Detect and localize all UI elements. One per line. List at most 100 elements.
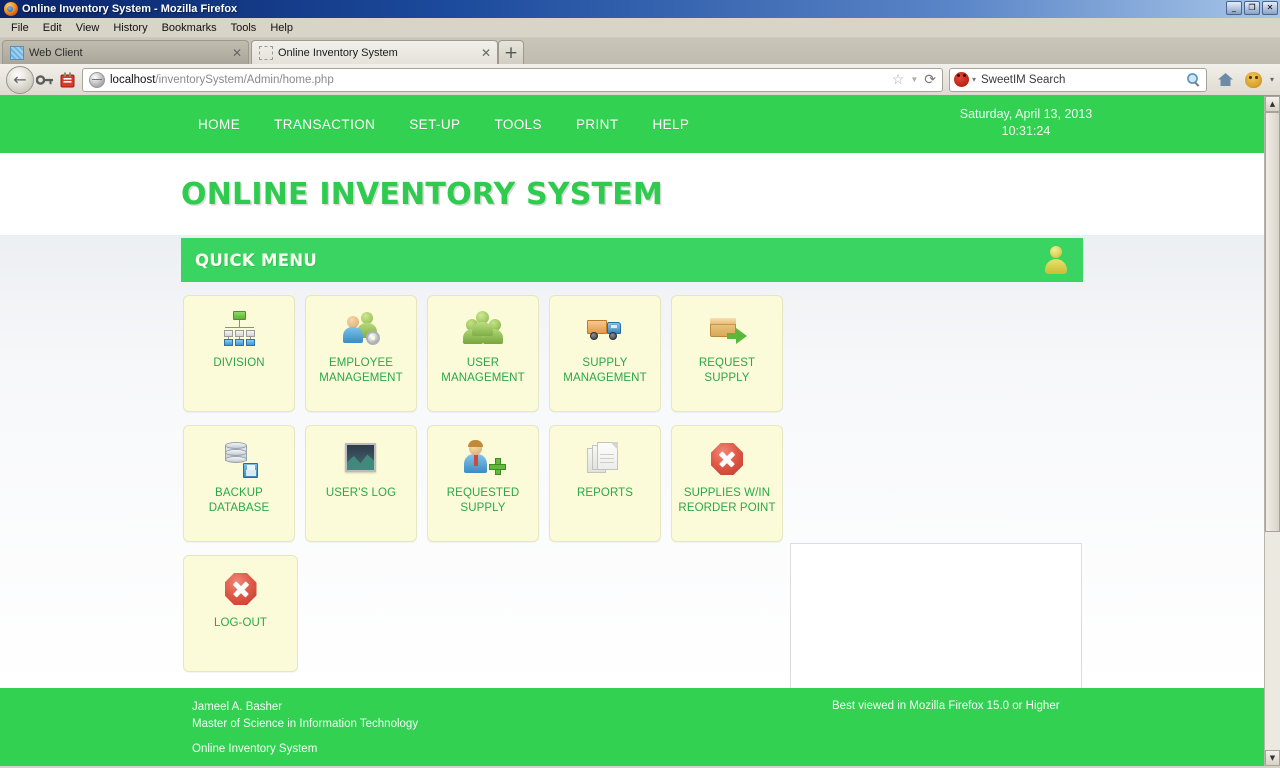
url-path: /inventorySystem/Admin/home.php xyxy=(155,74,333,86)
clock-date: Saturday, April 13, 2013 xyxy=(906,106,1146,123)
tile-users-log[interactable]: USER'S LOG xyxy=(305,425,417,542)
tile-label: REQUESTED SUPPLY xyxy=(428,486,538,516)
url-bar[interactable]: localhost/inventorySystem/Admin/home.php… xyxy=(82,68,943,92)
quick-menu-tiles: DIVISION EMPLOYEE MANAGEMENT USER xyxy=(183,295,783,685)
minimize-button[interactable]: _ xyxy=(1226,1,1242,15)
menu-bookmarks[interactable]: Bookmarks xyxy=(155,20,224,36)
tab-close-icon[interactable]: ✕ xyxy=(232,46,242,60)
tile-request-supply[interactable]: REQUEST SUPPLY xyxy=(671,295,783,412)
org-chart-icon xyxy=(220,310,258,348)
navigation-toolbar: ← localhost/inventorySystem/Admin/home.p… xyxy=(0,64,1280,96)
menu-help[interactable]: Help xyxy=(263,20,300,36)
footer-browser-note: Best viewed in Mozilla Firefox 15.0 or H… xyxy=(832,700,1060,712)
users-group-icon xyxy=(464,310,502,348)
search-engine-label: SweetIM Search xyxy=(981,74,1186,86)
footer-system-name: Online Inventory System xyxy=(192,743,317,755)
tile-row: DIVISION EMPLOYEE MANAGEMENT USER xyxy=(183,295,783,412)
page-title: ONLINE INVENTORY SYSTEM xyxy=(181,177,663,212)
toolbar-overflow-caret-icon[interactable]: ▾ xyxy=(1270,75,1274,84)
site-nav-links: HOME TRANSACTION SET-UP TOOLS PRINT HELP xyxy=(181,117,706,132)
tile-label: LOG-OUT xyxy=(211,616,270,631)
menu-history[interactable]: History xyxy=(106,20,154,36)
box-arrow-icon xyxy=(708,310,746,348)
stop-x-icon xyxy=(708,440,746,478)
menu-view[interactable]: View xyxy=(69,20,107,36)
sweetim-emoticon-icon[interactable] xyxy=(1243,69,1265,91)
tile-employee-management[interactable]: EMPLOYEE MANAGEMENT xyxy=(305,295,417,412)
scrollbar-thumb[interactable] xyxy=(1265,112,1280,532)
new-tab-button[interactable]: + xyxy=(498,40,524,64)
browser-search-bar[interactable]: ▾ SweetIM Search xyxy=(949,68,1207,92)
page-content: QUICK MENU DIVISION xyxy=(0,235,1264,688)
key-icon[interactable] xyxy=(34,69,56,91)
tile-supply-management[interactable]: SUPPLY MANAGEMENT xyxy=(549,295,661,412)
tab-favicon-icon xyxy=(259,46,273,60)
scroll-down-button[interactable]: ▼ xyxy=(1265,750,1280,766)
tab-online-inventory-system[interactable]: Online Inventory System ✕ xyxy=(251,40,498,64)
window-titlebar: Online Inventory System - Mozilla Firefo… xyxy=(0,0,1280,18)
user-avatar-icon[interactable] xyxy=(1043,245,1069,275)
footer-author: Jameel A. Basher xyxy=(192,699,418,716)
nav-item-help[interactable]: HELP xyxy=(635,117,706,132)
tile-reports[interactable]: REPORTS xyxy=(549,425,661,542)
web-page: HOME TRANSACTION SET-UP TOOLS PRINT HELP… xyxy=(0,96,1264,766)
firefox-logo-icon xyxy=(4,2,18,16)
bookmark-star-icon[interactable]: ☆ xyxy=(892,71,905,88)
page-viewport: HOME TRANSACTION SET-UP TOOLS PRINT HELP… xyxy=(0,96,1280,766)
menu-edit[interactable]: Edit xyxy=(36,20,69,36)
window-controls: _ ❐ ✕ xyxy=(1226,1,1278,15)
tile-requested-supply[interactable]: REQUESTED SUPPLY xyxy=(427,425,539,542)
nav-item-tools[interactable]: TOOLS xyxy=(477,117,559,132)
tab-label: Web Client xyxy=(29,47,226,59)
search-magnifier-icon[interactable] xyxy=(1186,72,1202,88)
employee-gear-icon xyxy=(342,310,380,348)
chevron-down-icon[interactable]: ▾ xyxy=(972,75,976,84)
url-text: localhost/inventorySystem/Admin/home.php xyxy=(110,74,892,86)
tile-supplies-within-reorder-point[interactable]: SUPPLIES W/IN REORDER POINT xyxy=(671,425,783,542)
tile-label: SUPPLY MANAGEMENT xyxy=(550,356,660,386)
tab-favicon-icon xyxy=(10,46,24,60)
tab-web-client[interactable]: Web Client ✕ xyxy=(2,40,249,64)
nav-item-home[interactable]: HOME xyxy=(181,117,257,132)
footer-degree: Master of Science in Information Technol… xyxy=(192,716,418,733)
tile-user-management[interactable]: USER MANAGEMENT xyxy=(427,295,539,412)
nav-item-transaction[interactable]: TRANSACTION xyxy=(257,117,392,132)
tile-backup-database[interactable]: BACKUP DATABASE xyxy=(183,425,295,542)
menu-tools[interactable]: Tools xyxy=(224,20,264,36)
database-save-icon xyxy=(220,440,258,478)
restore-button[interactable]: ❐ xyxy=(1244,1,1260,15)
chevron-down-icon[interactable]: ▼ xyxy=(910,75,918,84)
close-button[interactable]: ✕ xyxy=(1262,1,1278,15)
sweetim-monkey-icon xyxy=(954,72,969,87)
documents-icon xyxy=(586,440,624,478)
quick-menu-header: QUICK MENU xyxy=(181,238,1083,282)
menu-file[interactable]: File xyxy=(4,20,36,36)
menu-bar: File Edit View History Bookmarks Tools H… xyxy=(0,18,1280,38)
window-title: Online Inventory System - Mozilla Firefo… xyxy=(22,3,237,15)
tile-label: USER MANAGEMENT xyxy=(428,356,538,386)
tab-strip: Web Client ✕ Online Inventory System ✕ + xyxy=(0,38,1280,64)
scroll-up-button[interactable]: ▲ xyxy=(1265,96,1280,112)
back-button[interactable]: ← xyxy=(6,66,34,94)
toolbar-red-icon[interactable] xyxy=(56,69,78,91)
site-header: ONLINE INVENTORY SYSTEM xyxy=(0,153,1264,235)
clock-display: Saturday, April 13, 2013 10:31:24 xyxy=(906,106,1146,140)
nav-item-print[interactable]: PRINT xyxy=(559,117,636,132)
globe-favicon-icon xyxy=(89,72,105,88)
tile-label: REPORTS xyxy=(574,486,636,501)
page-scrollbar[interactable]: ▲ ▼ xyxy=(1264,96,1280,766)
tab-close-icon[interactable]: ✕ xyxy=(481,46,491,60)
reload-icon[interactable]: ⟳ xyxy=(924,71,936,88)
user-plus-icon xyxy=(464,440,502,478)
nav-item-set-up[interactable]: SET-UP xyxy=(392,117,477,132)
tile-log-out[interactable]: LOG-OUT xyxy=(183,555,298,672)
tile-division[interactable]: DIVISION xyxy=(183,295,295,412)
stop-x-icon xyxy=(222,570,260,608)
tab-label: Online Inventory System xyxy=(278,47,475,59)
tile-label: BACKUP DATABASE xyxy=(184,486,294,516)
url-bar-actions: ☆ ▼ ⟳ xyxy=(892,71,938,88)
scrollbar-track[interactable]: ▲ xyxy=(1265,96,1280,750)
clock-time: 10:31:24 xyxy=(906,123,1146,140)
home-icon[interactable] xyxy=(1215,69,1237,91)
site-footer: Jameel A. Basher Master of Science in In… xyxy=(0,688,1264,766)
